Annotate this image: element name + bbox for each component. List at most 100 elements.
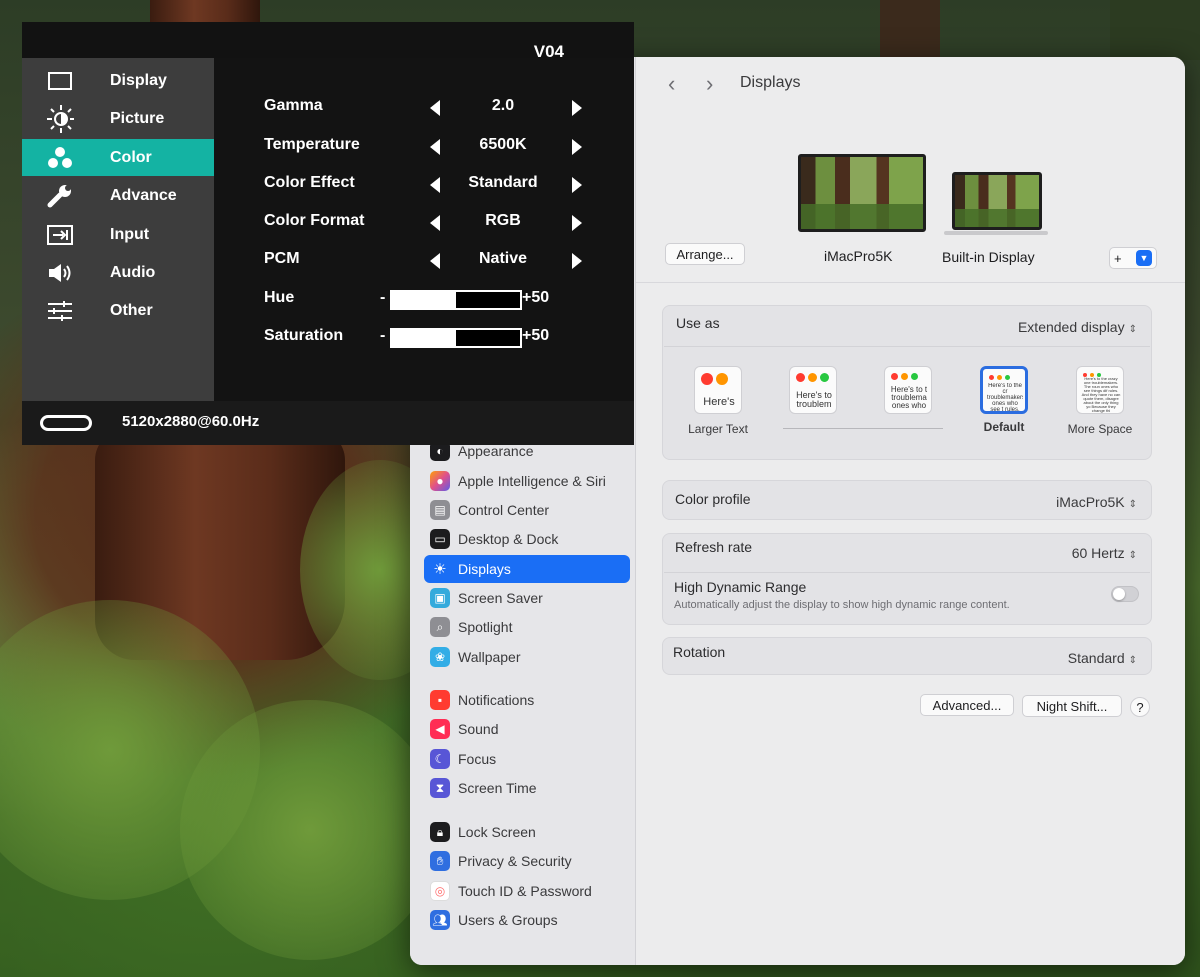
right-arrow-icon[interactable]: [572, 215, 582, 231]
rotation-select[interactable]: Standard ⇕: [1068, 650, 1137, 666]
osd-row-saturation[interactable]: Saturation - +50: [264, 322, 634, 352]
hdr-description: Automatically adjust the display to show…: [674, 599, 1010, 611]
sidebar-item-focus[interactable]: ☾ Focus: [424, 745, 630, 773]
right-arrow-icon[interactable]: [572, 253, 582, 269]
left-arrow-icon[interactable]: [430, 100, 440, 116]
left-arrow-icon[interactable]: [430, 177, 440, 193]
resolution-option-larger-text[interactable]: Here's Larger Text: [685, 366, 751, 436]
resolution-option-3[interactable]: Here's to t troublema ones who: [875, 366, 941, 414]
rotation-label: Rotation: [673, 644, 726, 660]
resolution-preview: Here's to t troublema ones who: [884, 366, 932, 414]
osd-row-pcm[interactable]: PCM Native: [264, 245, 634, 275]
arrange-button[interactable]: Arrange...: [665, 243, 745, 265]
divider: [636, 282, 1185, 283]
sidebar-item-control-center[interactable]: ▤ Control Center: [424, 496, 630, 524]
screen-saver-icon: ▣: [430, 588, 450, 608]
sidebar-item-apple-intelligence[interactable]: ● Apple Intelligence & Siri: [424, 467, 630, 495]
monitor-osd: V04 Display Picture Color Advance Input …: [22, 22, 634, 445]
refresh-rate-select[interactable]: 60 Hertz ⇕: [1072, 545, 1137, 561]
resolution-option-more-space[interactable]: Here's to the crazy one troublemakers. T…: [1067, 366, 1133, 436]
display-label-secondary[interactable]: Built-in Display: [942, 249, 1035, 265]
spotlight-icon: ⌕: [430, 617, 450, 637]
display-thumbnail-builtin[interactable]: [952, 172, 1042, 230]
resolution-option-2[interactable]: Here's to troublem: [780, 366, 846, 414]
resolution-caption: Larger Text: [688, 422, 748, 436]
advanced-button[interactable]: Advanced...: [920, 694, 1014, 716]
right-arrow-icon[interactable]: [572, 139, 582, 155]
use-as-select[interactable]: Extended display ⇕: [1018, 319, 1137, 335]
sidebar-item-label: Lock Screen: [458, 824, 536, 840]
osd-menu-label: Color: [110, 148, 152, 166]
sidebar-item-notifications[interactable]: ▪ Notifications: [424, 686, 630, 714]
osd-menu-display[interactable]: Display: [22, 62, 214, 99]
osd-row-color-effect[interactable]: Color Effect Standard: [264, 169, 634, 199]
forward-button[interactable]: ›: [706, 71, 713, 97]
left-arrow-icon[interactable]: [430, 215, 440, 231]
window-dots: [796, 373, 829, 382]
add-display-button[interactable]: + ▼: [1109, 247, 1157, 269]
osd-row-gamma[interactable]: Gamma 2.0: [264, 92, 634, 122]
sidebar-item-spotlight[interactable]: ⌕ Spotlight: [424, 613, 630, 641]
osd-menu: Display Picture Color Advance Input Audi…: [22, 58, 214, 401]
preview-text: Here's to troublem: [796, 391, 832, 409]
left-arrow-icon[interactable]: [430, 253, 440, 269]
preview-text: Here's to the crazy one troublemakers. T…: [1081, 377, 1121, 413]
left-arrow-icon[interactable]: [430, 139, 440, 155]
stepper-icon: ⇕: [1128, 550, 1137, 561]
wrench-icon: [46, 183, 74, 209]
sidebar-item-desktop-dock[interactable]: ▭ Desktop & Dock: [424, 525, 630, 553]
window-dots: [701, 373, 728, 385]
osd-menu-audio[interactable]: Audio: [22, 254, 214, 291]
back-button[interactable]: ‹: [668, 71, 675, 97]
fingerprint-icon: ◎: [430, 881, 450, 901]
stepper-icon: ⇕: [1128, 324, 1137, 335]
night-shift-button[interactable]: Night Shift...: [1022, 695, 1122, 717]
tree-trunk: [880, 0, 940, 60]
sidebar-item-lock-screen[interactable]: 🔒︎ Lock Screen: [424, 818, 630, 846]
resolution-option-default[interactable]: Here's to the cr troublemakers. ones who…: [971, 366, 1037, 434]
sidebar-item-displays[interactable]: ☀ Displays: [424, 555, 630, 583]
osd-row-temperature[interactable]: Temperature 6500K: [264, 131, 634, 161]
color-profile-select[interactable]: iMacPro5K ⇕: [1056, 494, 1137, 510]
foliage: [180, 700, 440, 960]
sliders-icon: [46, 300, 74, 322]
slider-fill: [392, 292, 456, 308]
lock-icon: 🔒︎: [430, 822, 450, 842]
osd-row-hue[interactable]: Hue - +50: [264, 284, 634, 314]
sun-icon: ☀: [433, 561, 447, 578]
page-title: Displays: [740, 74, 801, 91]
osd-menu-color[interactable]: Color: [22, 139, 214, 176]
resolution-caption: More Space: [1067, 422, 1133, 436]
osd-menu-advance[interactable]: Advance: [22, 177, 214, 214]
display-label-primary[interactable]: iMacPro5K: [824, 248, 892, 264]
osd-menu-label: Advance: [110, 186, 177, 204]
osd-menu-picture[interactable]: Picture: [22, 100, 214, 137]
osd-menu-label: Picture: [110, 109, 165, 127]
osd-slider-label: Hue: [264, 289, 295, 306]
osd-row-color-format[interactable]: Color Format RGB: [264, 207, 634, 237]
hdr-toggle[interactable]: [1111, 586, 1139, 602]
sidebar-item-users-groups[interactable]: 👥︎ Users & Groups: [424, 906, 630, 934]
hue-slider[interactable]: [390, 290, 522, 310]
color-profile-panel: Color profile iMacPro5K ⇕: [662, 480, 1152, 520]
osd-menu-other[interactable]: Other: [22, 292, 214, 329]
sidebar-item-privacy-security[interactable]: ✋︎ Privacy & Security: [424, 847, 630, 875]
right-arrow-icon[interactable]: [572, 177, 582, 193]
help-button[interactable]: ?: [1130, 697, 1150, 717]
sidebar-item-sound[interactable]: ◀ Sound: [424, 715, 630, 743]
preview-text: Here's: [703, 397, 735, 408]
osd-setting-label: Color Effect: [264, 174, 355, 191]
resolution-preview: Here's to the crazy one troublemakers. T…: [1076, 366, 1124, 414]
sidebar-item-screen-saver[interactable]: ▣ Screen Saver: [424, 584, 630, 612]
moon-icon: ☾: [430, 749, 450, 769]
sidebar-item-touch-id[interactable]: ◎ Touch ID & Password: [424, 877, 630, 905]
sidebar-item-label: Focus: [458, 751, 497, 767]
sidebar-item-wallpaper[interactable]: ❀ Wallpaper: [424, 643, 630, 671]
control-center-icon: ▤: [430, 500, 450, 520]
right-arrow-icon[interactable]: [572, 100, 582, 116]
osd-setting-value: Standard: [468, 174, 538, 191]
sidebar-item-screen-time[interactable]: ⧗ Screen Time: [424, 774, 630, 802]
saturation-slider[interactable]: [390, 328, 522, 348]
osd-menu-input[interactable]: Input: [22, 216, 214, 253]
display-thumbnail-imacpro5k[interactable]: [798, 154, 926, 232]
